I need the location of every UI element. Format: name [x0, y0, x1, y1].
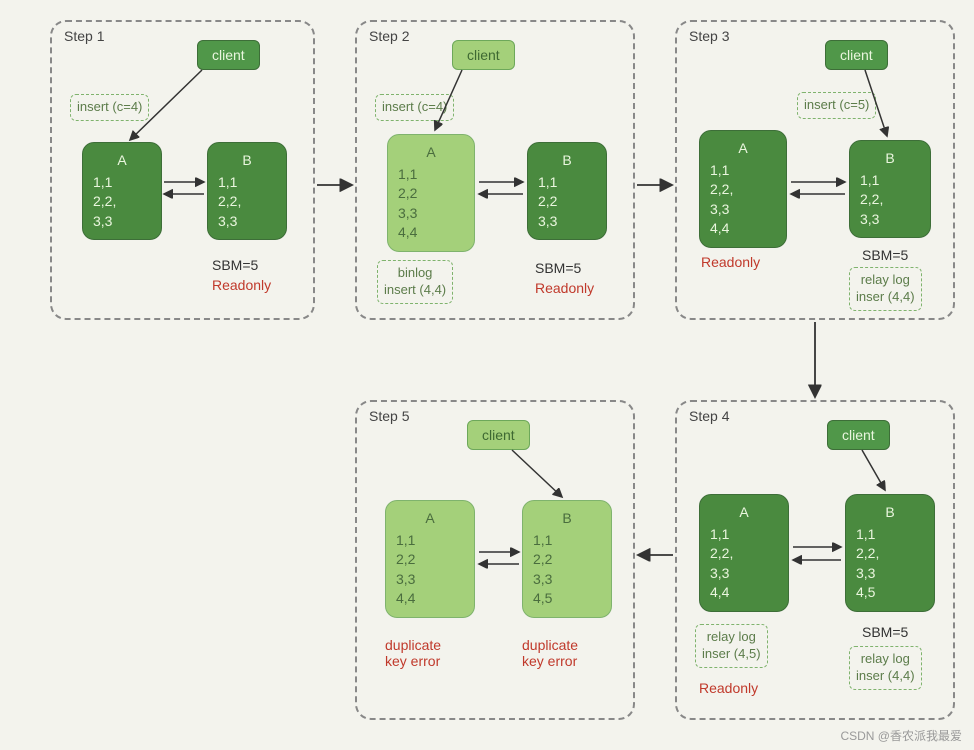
watermark-text: CSDN @香农派我最爱	[840, 727, 962, 744]
flow-arrows	[0, 0, 974, 750]
